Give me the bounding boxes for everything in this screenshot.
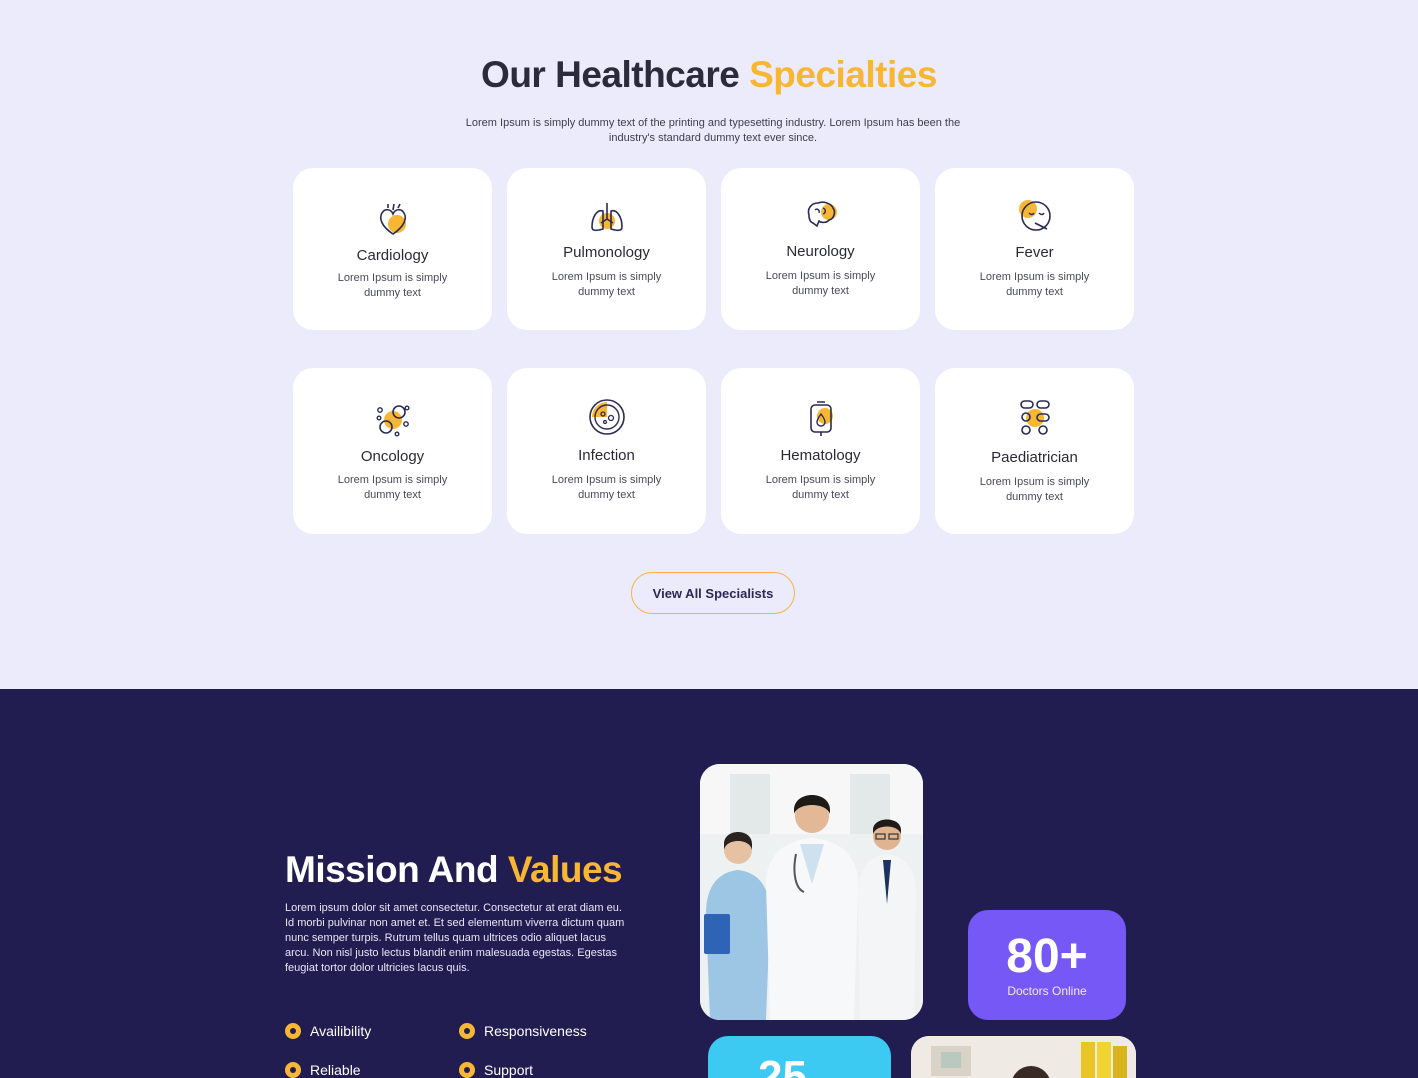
view-all-specialists-button[interactable]: View All Specialists — [631, 572, 795, 614]
stat-value: 80+ — [1006, 930, 1088, 983]
stat-value: 25 — [758, 1052, 807, 1078]
card-desc: Lorem Ipsum is simply dummy text — [979, 271, 1090, 298]
specialty-card-fever[interactable]: Fever Lorem Ipsum is simply dummy text — [935, 168, 1134, 330]
card-desc: Lorem Ipsum is simply dummy text — [337, 474, 448, 501]
mission-title-main: Mission And — [285, 849, 499, 890]
specialty-card-neurology[interactable]: Neurology Lorem Ipsum is simply dummy te… — [721, 168, 920, 330]
virus-cells-icon — [373, 400, 413, 440]
bullet-icon — [459, 1023, 475, 1039]
card-title: Cardiology — [356, 247, 429, 264]
petri-dish-icon — [587, 397, 627, 437]
card-title: Oncology — [360, 448, 425, 465]
heart-icon — [373, 200, 413, 240]
section-subtitle: Lorem Ipsum is simply dummy text of the … — [465, 117, 961, 144]
mission-section: Mission And Values Lorem ipsum dolor sit… — [0, 689, 1418, 1078]
bullet-icon — [285, 1062, 301, 1078]
card-title: Infection — [578, 447, 635, 464]
card-desc: Lorem Ipsum is simply dummy text — [337, 272, 448, 299]
mission-text: Lorem ipsum dolor sit amet consectetur. … — [285, 902, 625, 974]
doctors-online-stat: 80+ Doctors Online — [968, 910, 1126, 1020]
card-title: Neurology — [786, 243, 855, 260]
specialty-card-oncology[interactable]: Oncology Lorem Ipsum is simply dummy tex… — [293, 368, 492, 534]
specialty-card-infection[interactable]: Infection Lorem Ipsum is simply dummy te… — [507, 368, 706, 534]
value-label: Availibility — [310, 1023, 372, 1039]
value-label: Responsiveness — [484, 1023, 587, 1039]
specialty-card-hematology[interactable]: Hematology Lorem Ipsum is simply dummy t… — [721, 368, 920, 534]
section-title: Our Healthcare Specialties — [0, 54, 1418, 96]
card-desc: Lorem Ipsum is simply dummy text — [551, 271, 662, 298]
card-desc: Lorem Ipsum is simply dummy text — [551, 474, 662, 501]
doctors-team-photo — [700, 764, 923, 1020]
blood-bag-icon — [801, 398, 841, 438]
stat-label: Doctors Online — [1007, 984, 1087, 998]
patient-photo — [911, 1036, 1136, 1078]
section-title-main: Our Healthcare — [481, 54, 740, 95]
fever-face-icon — [1015, 196, 1055, 236]
value-item: Availibility — [285, 1023, 371, 1039]
bullet-icon — [285, 1023, 301, 1039]
mission-title: Mission And Values — [285, 849, 623, 891]
card-title: Hematology — [780, 447, 861, 464]
card-desc: Lorem Ipsum is simply dummy text — [765, 270, 876, 297]
value-item: Support — [459, 1062, 533, 1078]
card-desc: Lorem Ipsum is simply dummy text — [765, 474, 876, 501]
section-title-accent: Specialties — [749, 54, 937, 95]
specialties-section: Our Healthcare Specialties Lorem Ipsum i… — [0, 0, 1418, 689]
lungs-icon — [587, 197, 627, 237]
specialty-card-paediatrician[interactable]: Paediatrician Lorem Ipsum is simply dumm… — [935, 368, 1134, 534]
value-item: Responsiveness — [459, 1023, 587, 1039]
value-label: Reliable — [310, 1062, 361, 1078]
value-label: Support — [484, 1062, 534, 1078]
value-item: Reliable — [285, 1062, 361, 1078]
card-desc: Lorem Ipsum is simply dummy text — [979, 476, 1090, 503]
secondary-stat: 25 — [708, 1036, 891, 1078]
specialty-card-cardiology[interactable]: Cardiology Lorem Ipsum is simply dummy t… — [293, 168, 492, 330]
card-title: Paediatrician — [991, 449, 1078, 466]
bullet-icon — [459, 1062, 475, 1078]
card-title: Pulmonology — [563, 244, 650, 261]
brain-icon — [801, 195, 841, 235]
card-title: Fever — [1015, 244, 1054, 261]
pills-icon — [1015, 397, 1055, 437]
mission-title-accent: Values — [507, 849, 623, 890]
specialty-card-pulmonology[interactable]: Pulmonology Lorem Ipsum is simply dummy … — [507, 168, 706, 330]
